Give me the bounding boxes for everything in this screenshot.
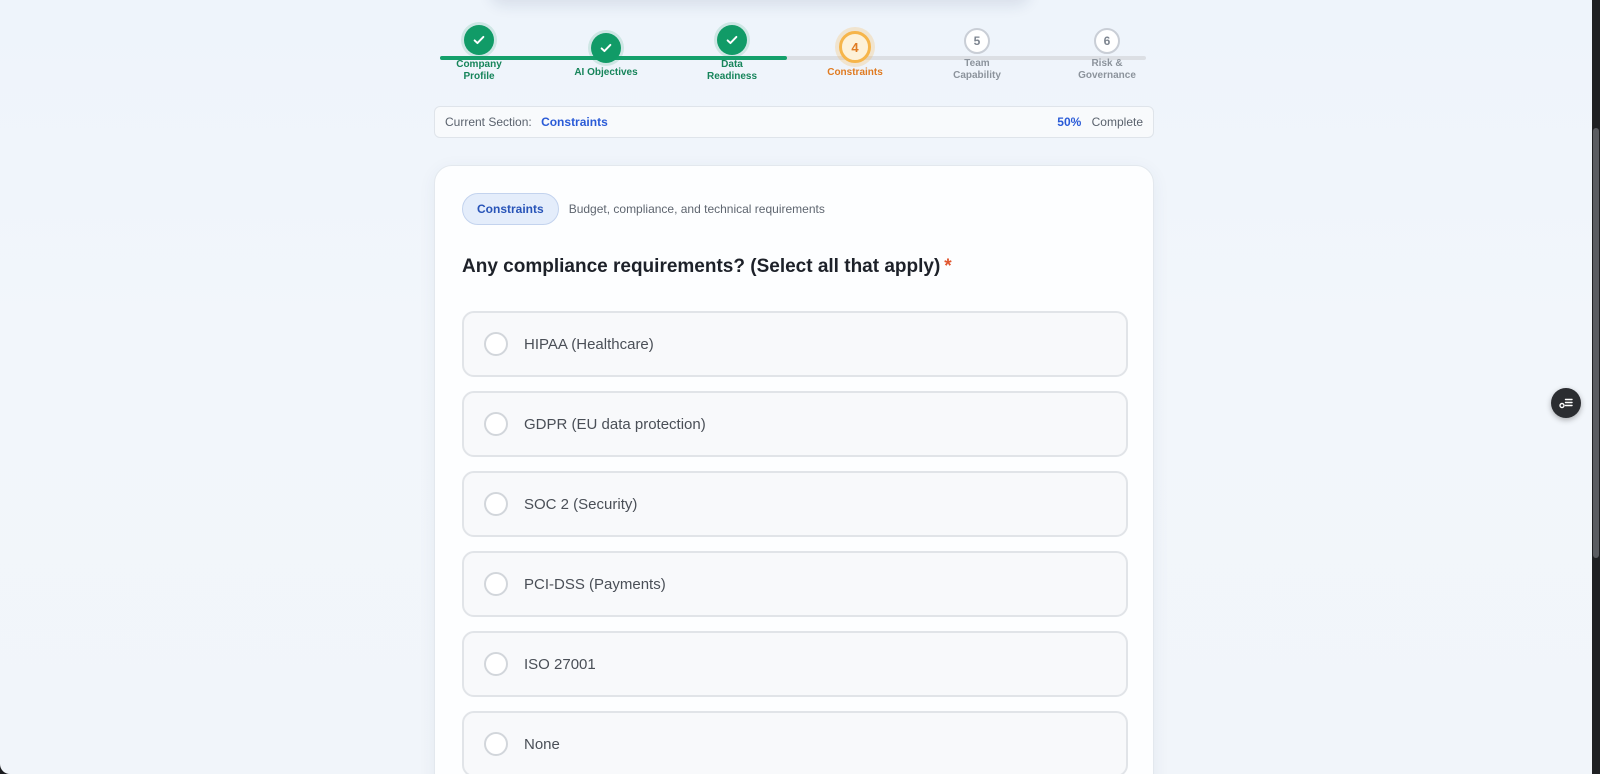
step-label: Data Readiness [706,59,758,82]
option-label: GDPR (EU data protection) [524,415,706,433]
option-label: None [524,735,560,753]
check-icon [726,35,738,45]
step-data-readiness[interactable]: Data Readiness [687,25,777,83]
step-risk-governance[interactable]: 6 Risk & Governance [1062,28,1152,82]
step-company-profile[interactable]: Company Profile [434,25,524,83]
question-title: Any compliance requirements? (Select all… [462,256,952,278]
question-text: Any compliance requirements? (Select all… [462,256,941,277]
progress-percent: 50% [1057,115,1082,129]
scrollbar-thumb[interactable] [1593,128,1599,558]
step-2-dot [591,33,621,63]
progress-complete-label: Complete [1091,115,1143,129]
step-6-dot: 6 [1094,28,1120,54]
step-label: AI Objectives [574,67,638,78]
floating-toggle-button[interactable] [1551,388,1581,418]
current-section-bar: Current Section: Constraints 50% Complet… [434,106,1154,138]
progress-percent-info: 50% Complete [1057,115,1143,129]
option-checkbox[interactable] [484,492,508,516]
step-4-dot: 4 [839,31,871,63]
step-5-dot: 5 [964,28,990,54]
section-badge-row: Constraints Budget, compliance, and tech… [462,193,825,225]
option-label: HIPAA (Healthcare) [524,335,654,353]
current-section-prefix: Current Section: [445,115,532,129]
option-none[interactable]: None [462,711,1128,774]
progress-stepper: Company Profile AI Objectives Data Readine… [440,25,1150,95]
option-pci-dss[interactable]: PCI-DSS (Payments) [462,551,1128,617]
check-icon [473,35,485,45]
option-checkbox[interactable] [484,652,508,676]
check-icon [600,43,612,53]
step-3-dot [717,25,747,55]
current-section-name: Constraints [541,115,608,129]
step-constraints[interactable]: 4 Constraints [810,31,900,79]
question-card: Constraints Budget, compliance, and tech… [434,165,1154,774]
section-badge: Constraints [462,193,559,225]
option-checkbox[interactable] [484,332,508,356]
step-label: Risk & Governance [1078,58,1136,81]
page-viewport: Company Profile AI Objectives Data Readine… [0,0,1592,774]
step-ai-objectives[interactable]: AI Objectives [561,33,651,79]
option-checkbox[interactable] [484,732,508,756]
option-iso27001[interactable]: ISO 27001 [462,631,1128,697]
step-label: Constraints [827,67,883,78]
required-asterisk: * [944,256,952,277]
option-soc2[interactable]: SOC 2 (Security) [462,471,1128,537]
option-checkbox[interactable] [484,412,508,436]
option-label: ISO 27001 [524,655,596,673]
step-team-capability[interactable]: 5 Team Capability [932,28,1022,82]
step-label: Company Profile [456,59,502,82]
option-label: SOC 2 (Security) [524,495,638,513]
option-checkbox[interactable] [484,572,508,596]
step-1-dot [464,25,494,55]
options-list: HIPAA (Healthcare) GDPR (EU data protect… [462,311,1128,774]
section-description: Budget, compliance, and technical requir… [568,202,825,216]
option-gdpr[interactable]: GDPR (EU data protection) [462,391,1128,457]
option-label: PCI-DSS (Payments) [524,575,666,593]
step-label: Team Capability [953,58,1001,81]
settings-toggle-icon [1559,398,1573,409]
option-hipaa[interactable]: HIPAA (Healthcare) [462,311,1128,377]
current-section-info: Current Section: Constraints [445,115,608,129]
